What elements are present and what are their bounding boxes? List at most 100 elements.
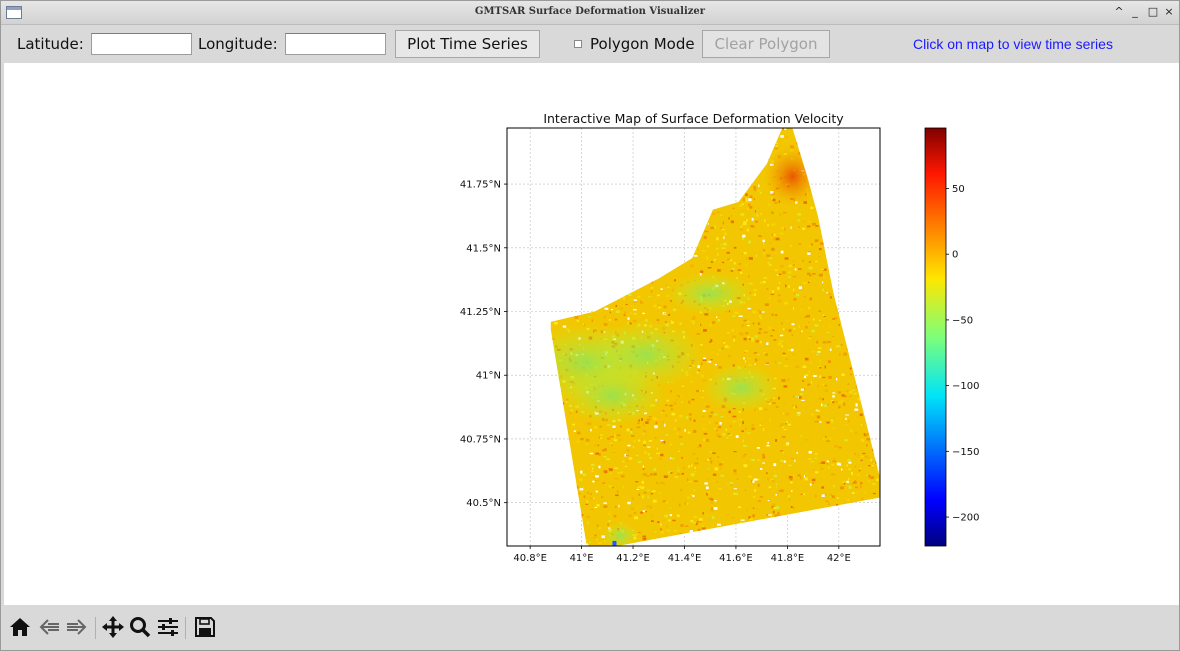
raster-speckle: [636, 488, 640, 490]
raster-speckle: [767, 477, 769, 481]
raster-speckle: [557, 444, 560, 446]
title-bar[interactable]: GMTSAR Surface Deformation Visualizer ^ …: [1, 1, 1179, 25]
raster-speckle: [862, 353, 866, 356]
raster-speckle: [706, 458, 710, 461]
raster-speckle: [876, 478, 879, 481]
minimize-button[interactable]: _: [1128, 5, 1142, 18]
raster-speckle: [693, 430, 697, 433]
pan-icon[interactable]: [101, 615, 125, 639]
raster-speckle: [674, 427, 677, 430]
configure-subplots-icon[interactable]: [156, 615, 180, 639]
raster-speckle: [882, 389, 885, 390]
raster-speckle: [815, 471, 819, 474]
raster-speckle: [625, 454, 629, 457]
raster-speckle: [612, 222, 615, 225]
raster-speckle: [828, 159, 831, 162]
raster-speckle: [819, 366, 822, 369]
raster-speckle: [603, 456, 607, 458]
save-icon[interactable]: [193, 615, 217, 639]
raster-speckle: [624, 220, 628, 223]
raster-speckle: [805, 522, 808, 525]
raster-speckle: [624, 268, 628, 270]
close-button[interactable]: ×: [1162, 5, 1176, 18]
raster-speckle: [744, 453, 747, 455]
clear-polygon-button[interactable]: Clear Polygon: [702, 30, 830, 58]
longitude-input[interactable]: [285, 33, 386, 55]
forward-icon[interactable]: [64, 615, 88, 639]
raster-speckle: [702, 512, 704, 515]
raster-speckle: [582, 135, 585, 137]
raster-speckle: [821, 269, 824, 271]
raster-speckle: [763, 249, 765, 252]
raster-speckle: [630, 507, 634, 510]
raster-speckle: [859, 317, 862, 320]
raster-speckle: [864, 362, 866, 365]
raster-speckle: [615, 304, 618, 307]
plot-time-series-button[interactable]: Plot Time Series: [395, 30, 540, 58]
raster-speckle: [822, 398, 824, 401]
raster-speckle: [859, 230, 863, 233]
home-icon[interactable]: [8, 615, 32, 639]
polygon-mode-label[interactable]: Polygon Mode: [590, 35, 695, 53]
polygon-mode-checkbox[interactable]: [574, 40, 582, 48]
back-icon[interactable]: [38, 615, 62, 639]
raster-speckle: [793, 292, 796, 295]
raster-speckle: [857, 453, 859, 457]
raster-speckle: [603, 290, 606, 293]
raster-speckle: [577, 147, 579, 150]
shade-window-button[interactable]: ^: [1112, 5, 1126, 18]
raster-speckle: [875, 145, 877, 147]
low-velocity-patch: [665, 271, 756, 316]
raster-speckle: [771, 247, 775, 251]
raster-speckle: [839, 353, 841, 356]
raster-speckle: [854, 141, 856, 143]
raster-speckle: [701, 396, 704, 399]
raster-speckle: [809, 362, 812, 365]
raster-speckle: [604, 190, 607, 192]
raster-speckle: [850, 325, 855, 327]
raster-speckle: [634, 235, 638, 238]
raster-speckle: [618, 145, 621, 148]
raster-speckle: [874, 441, 877, 443]
raster-speckle: [547, 412, 550, 413]
raster-speckle: [861, 381, 863, 383]
raster-speckle: [807, 225, 811, 228]
raster-speckle: [670, 195, 672, 199]
raster-speckle: [828, 293, 832, 296]
figure-canvas[interactable]: Interactive Map of Surface Deformation V…: [4, 63, 1179, 605]
raster-speckle: [649, 456, 652, 459]
raster-speckle: [604, 448, 607, 452]
raster-speckle: [660, 439, 664, 442]
raster-speckle: [781, 322, 783, 325]
raster-speckle: [790, 481, 793, 484]
latitude-input[interactable]: [91, 33, 192, 55]
raster-speckle: [721, 261, 725, 264]
raster-speckle: [739, 228, 744, 231]
raster-speckle: [867, 227, 870, 230]
raster-speckle: [831, 268, 836, 270]
raster-speckle: [750, 134, 752, 137]
raster-speckle: [763, 331, 768, 334]
raster-speckle: [855, 513, 859, 516]
deformation-map-figure[interactable]: Interactive Map of Surface Deformation V…: [4, 63, 1179, 605]
raster-speckle: [702, 428, 706, 430]
raster-speckle: [881, 438, 884, 441]
raster-speckle: [858, 246, 860, 248]
maximize-button[interactable]: □: [1146, 5, 1160, 18]
raster-speckle: [738, 263, 741, 265]
raster-speckle: [802, 365, 807, 368]
raster-speckle: [742, 533, 745, 535]
raster-speckle: [836, 307, 838, 311]
colorbar-tick-label: −200: [952, 513, 979, 524]
raster-speckle: [735, 435, 739, 438]
raster-speckle: [641, 480, 644, 484]
raster-speckle: [840, 509, 842, 512]
raster-speckle: [701, 527, 706, 530]
raster-speckle: [550, 471, 552, 473]
raster-speckle: [834, 535, 837, 537]
raster-speckle: [718, 436, 722, 438]
raster-speckle: [816, 131, 820, 134]
raster-speckle: [856, 280, 858, 282]
zoom-icon[interactable]: [128, 615, 152, 639]
raster-speckle: [702, 438, 705, 441]
